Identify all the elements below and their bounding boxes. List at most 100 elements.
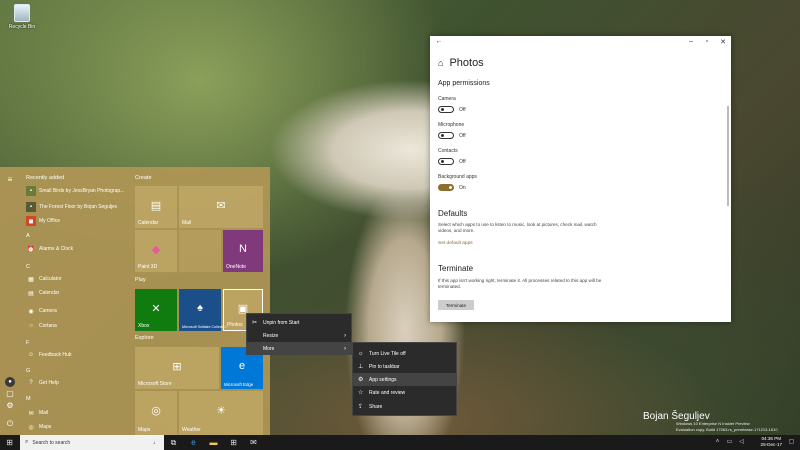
defaults-description: Select which apps to use to listen to mu…	[438, 222, 597, 234]
maps-icon: ◎	[151, 405, 161, 418]
background-apps-toggle[interactable]	[438, 184, 454, 191]
tile-calendar[interactable]: ▤ Calendar	[135, 186, 177, 228]
perm-label-camera: Camera	[438, 96, 456, 102]
user-avatar[interactable]: ●	[5, 377, 15, 387]
menu-item-share[interactable]: ⇪ Share	[353, 400, 456, 413]
list-item[interactable]: ☺ Feedback Hub	[26, 349, 130, 361]
list-item[interactable]: ▪ The Forest Floor by Bojan Šeguljev	[26, 201, 130, 213]
feedback-icon: ☺	[27, 352, 35, 358]
share-icon: ⇪	[358, 404, 364, 410]
maximize-icon[interactable]: ▫	[700, 38, 714, 45]
file-explorer-icon[interactable]: ▬	[208, 437, 219, 448]
network-icon[interactable]: ▭	[724, 437, 735, 448]
perm-label-background-apps: Background apps	[438, 174, 477, 180]
xbox-icon: ✕	[151, 302, 161, 315]
list-item[interactable]: ▤ Calendar	[26, 287, 130, 299]
recycle-bin-label: Recycle Bin	[8, 24, 36, 30]
maps-icon: ◎	[28, 424, 34, 431]
taskbar: ⊞ ⌕ Search to search ♩ ⧉ e ▬ ⊞ ✉ ˄ ▭ ◁ 0…	[0, 435, 800, 450]
tile-empty	[179, 230, 221, 272]
close-icon[interactable]: ✕	[716, 38, 730, 46]
menu-item-app-settings[interactable]: ⚙ App settings	[353, 373, 456, 386]
menu-item-resize[interactable]: Resize ›	[247, 329, 351, 342]
unpin-icon: ✂	[252, 320, 258, 326]
tile-onenote[interactable]: N OneNote	[223, 230, 263, 272]
list-item[interactable]: ✉ Mail	[26, 407, 130, 419]
terminate-button[interactable]: Terminate	[438, 300, 474, 310]
microphone-icon[interactable]: ♩	[153, 440, 159, 446]
tile-maps[interactable]: ◎ Maps	[135, 391, 177, 435]
mail-icon: ✉	[216, 199, 226, 212]
group-heading-explore[interactable]: Explore	[135, 335, 154, 341]
recycle-bin-icon	[14, 4, 30, 22]
menu-item-more[interactable]: More ›	[247, 342, 351, 355]
contacts-toggle[interactable]	[438, 158, 454, 165]
letter-heading[interactable]: M	[26, 396, 31, 402]
mail-icon[interactable]: ✉	[248, 437, 259, 448]
tile-microsoft-store[interactable]: ⊞ Microsoft Store	[135, 347, 219, 389]
tile-paint-3d[interactable]: ◆ Paint 3D	[135, 230, 177, 272]
chevron-right-icon: ›	[344, 332, 346, 339]
search-box[interactable]: ⌕ Search to search ♩	[20, 435, 164, 450]
chevron-up-icon[interactable]: ˄	[712, 437, 723, 448]
office-icon: ◼	[26, 216, 36, 226]
list-item[interactable]: ▪ Small Birds by JessBryan Photograp...	[26, 185, 130, 197]
letter-heading[interactable]: F	[26, 340, 29, 346]
camera-state: Off	[459, 107, 466, 113]
group-heading-create[interactable]: Create	[135, 175, 152, 181]
system-clock[interactable]: 04:36 PM 25-Dec-17	[761, 436, 782, 448]
back-arrow-icon[interactable]: ←	[432, 38, 446, 45]
list-item[interactable]: ? Get Help	[26, 377, 130, 389]
task-view-icon[interactable]: ⧉	[168, 437, 179, 448]
store-icon: ⊞	[172, 360, 182, 373]
list-item[interactable]: ○ Cortana	[26, 320, 130, 332]
recently-added-heading: Recently added	[26, 175, 65, 181]
chevron-right-icon: ›	[344, 345, 346, 352]
perm-label-contacts: Contacts	[438, 148, 458, 154]
letter-heading[interactable]: A	[26, 233, 30, 239]
tile-solitaire[interactable]: ♠ Microsoft Solitaire Collection	[179, 289, 227, 331]
star-icon: ☆	[358, 390, 364, 396]
home-icon[interactable]: ⌂	[438, 58, 443, 68]
minimize-icon[interactable]: –	[684, 38, 698, 45]
watermark-edition: Windows 10 Enterprise N Insider Preview	[676, 421, 750, 426]
title-bar: ← – ▫ ✕	[430, 36, 731, 50]
power-icon[interactable]: ⏻	[5, 419, 15, 429]
gear-icon: ⚙	[358, 377, 364, 383]
documents-icon[interactable]: ▢	[5, 389, 15, 399]
volume-icon[interactable]: ◁	[736, 437, 747, 448]
list-item[interactable]: ⏰ Alarms & Clock	[26, 243, 130, 255]
alarm-icon: ⏰	[27, 246, 35, 253]
store-icon[interactable]: ⊞	[228, 437, 239, 448]
cortana-icon: ○	[29, 323, 33, 329]
start-windows-icon[interactable]: ⊞	[4, 437, 15, 448]
photo-thumb-icon: ▪	[26, 186, 36, 196]
list-item[interactable]: ▦ Calculator	[26, 273, 130, 285]
letter-heading[interactable]: G	[26, 368, 30, 374]
list-item[interactable]: ◎ Maps	[26, 421, 130, 433]
hamburger-menu-icon[interactable]: ≡	[5, 175, 15, 185]
menu-item-rate-and-review[interactable]: ☆ Rate and review	[353, 386, 456, 399]
microphone-toggle[interactable]	[438, 132, 454, 139]
set-default-apps-link[interactable]: Set default apps	[438, 241, 473, 246]
menu-item-pin-to-taskbar[interactable]: ⊥ Pin to taskbar	[353, 360, 456, 373]
letter-heading[interactable]: C	[26, 264, 30, 270]
settings-window: ← – ▫ ✕ ⌂ Photos App permissions Camera …	[430, 36, 731, 322]
list-item[interactable]: ◉ Camera	[26, 305, 130, 317]
recycle-bin[interactable]: Recycle Bin	[4, 4, 40, 30]
tile-xbox[interactable]: ✕ Xbox	[135, 289, 177, 331]
tile-mail[interactable]: ✉ Mail	[179, 186, 263, 228]
scrollbar[interactable]	[727, 106, 729, 206]
group-heading-play[interactable]: Play	[135, 277, 146, 283]
settings-icon[interactable]: ⚙	[5, 401, 15, 411]
menu-item-turn-live-tile-off[interactable]: ☼ Turn Live Tile off	[353, 347, 456, 360]
notification-icon[interactable]: ▢	[786, 437, 797, 448]
tile-weather[interactable]: ☀ Weather	[179, 391, 263, 435]
list-item[interactable]: ◼ My Office	[26, 215, 130, 227]
camera-toggle[interactable]	[438, 106, 454, 113]
menu-item-unpin-from-start[interactable]: ✂ Unpin from Start	[247, 316, 351, 329]
help-icon: ?	[29, 380, 33, 386]
perm-label-microphone: Microphone	[438, 122, 465, 128]
more-submenu: ☼ Turn Live Tile off ⊥ Pin to taskbar ⚙ …	[352, 342, 457, 416]
edge-icon[interactable]: e	[188, 437, 199, 448]
